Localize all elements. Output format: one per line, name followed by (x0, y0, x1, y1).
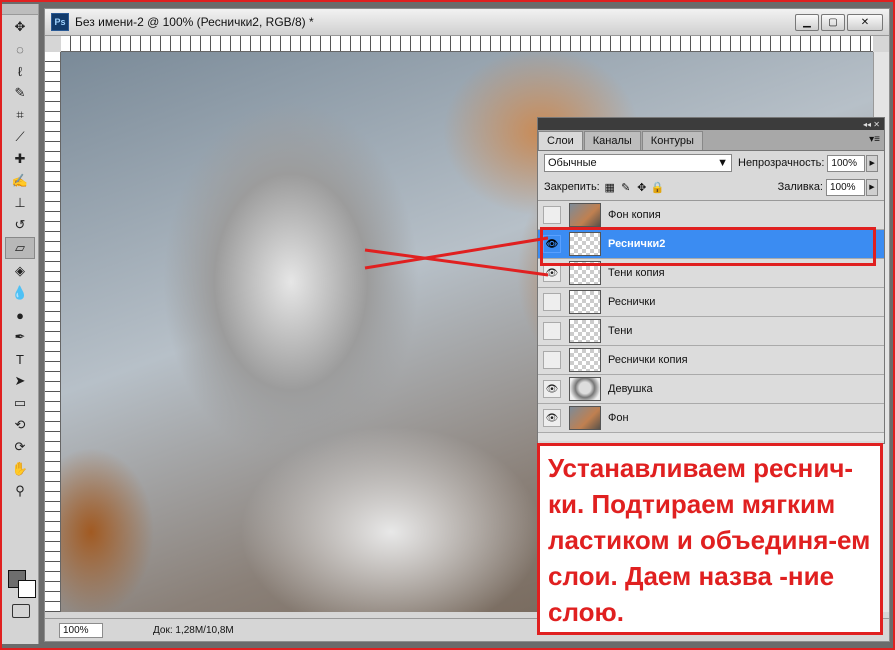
fill-input[interactable]: 100% (826, 178, 865, 196)
3d-orbit-icon[interactable]: ⟳ (6, 437, 34, 457)
move-icon[interactable]: ✥ (6, 17, 34, 37)
opacity-label: Непрозрачность: (738, 157, 825, 169)
type-icon[interactable]: T (6, 349, 34, 369)
blend-mode-value: Обычные (548, 157, 597, 169)
tools-panel: ✥ ◌ ℓ ✎ ⌗ ⟋ ✚ ✍ ⊥ ↺ ▱ ◈ 💧 ● ✒ T ➤ ▭ ⟲ ⟳ … (2, 4, 39, 644)
layer-name: Тени (608, 325, 633, 337)
shape-icon[interactable]: ▭ (6, 393, 34, 413)
visibility-off-icon[interactable] (543, 293, 561, 311)
eye-icon[interactable]: 👁 (543, 264, 561, 282)
path-select-icon[interactable]: ➤ (6, 371, 34, 391)
instruction-callout: Устанавливаем реснич-ки. Подтираем мягки… (537, 443, 883, 635)
selected-layer-highlight (540, 227, 876, 266)
lock-label: Закрепить: (544, 181, 600, 193)
layer-row[interactable]: 👁 Девушка (538, 375, 884, 404)
crop-icon[interactable]: ⌗ (6, 105, 34, 125)
eraser-icon[interactable]: ▱ (5, 237, 35, 259)
healing-icon[interactable]: ✚ (6, 149, 34, 169)
eyedropper-icon[interactable]: ⟋ (6, 127, 34, 147)
chevron-down-icon: ▼ (717, 157, 728, 169)
blend-row: Обычные ▼ Непрозрачность: 100% ▶ (538, 151, 884, 175)
layer-thumbnail (569, 319, 601, 343)
layer-thumbnail (569, 348, 601, 372)
document-titlebar[interactable]: Ps Без имени-2 @ 100% (Реснички2, RGB/8)… (45, 9, 889, 36)
layer-thumbnail (569, 203, 601, 227)
layer-row[interactable]: Реснички (538, 288, 884, 317)
photoshop-logo-icon: Ps (51, 13, 69, 31)
zoom-icon[interactable]: ⚲ (6, 481, 34, 501)
layer-name: Фон (608, 412, 629, 424)
layer-row[interactable]: Фон копия (538, 201, 884, 230)
lock-pixels-icon[interactable]: ✎ (620, 181, 632, 194)
layer-name: Фон копия (608, 209, 661, 221)
layer-row[interactable]: 👁 Фон (538, 404, 884, 433)
document-size-info[interactable]: Док: 1,28M/10,8M (153, 625, 234, 636)
eye-icon[interactable]: 👁 (543, 380, 561, 398)
zoom-level-field[interactable]: 100% (59, 622, 103, 638)
layer-row[interactable]: Тени (538, 317, 884, 346)
layer-thumbnail (569, 377, 601, 401)
bucket-icon[interactable]: ◈ (6, 261, 34, 281)
tab-layers[interactable]: Слои (538, 131, 583, 150)
panel-collapse-bar[interactable]: ◂◂ ✕ (538, 118, 884, 130)
tools-panel-grip[interactable] (2, 4, 38, 15)
stamp-icon[interactable]: ⊥ (6, 193, 34, 213)
visibility-off-icon[interactable] (543, 206, 561, 224)
layer-name: Реснички (608, 296, 656, 308)
eye-icon[interactable]: 👁 (543, 409, 561, 427)
blend-mode-select[interactable]: Обычные ▼ (544, 154, 732, 172)
pen-icon[interactable]: ✒ (6, 327, 34, 347)
tab-channels[interactable]: Каналы (583, 131, 641, 150)
visibility-off-icon[interactable] (543, 351, 561, 369)
lasso-icon[interactable]: ℓ (6, 61, 34, 81)
layer-name: Девушка (608, 383, 653, 395)
maximize-button[interactable]: ▢ (821, 13, 845, 31)
history-brush-icon[interactable]: ↺ (6, 215, 34, 235)
layer-thumbnail (569, 290, 601, 314)
opacity-slider-toggle[interactable]: ▶ (866, 154, 878, 172)
lock-row: Закрепить: ▦ ✎ ✥ 🔒 Заливка: 100% ▶ (538, 175, 884, 199)
brush-icon[interactable]: ✍ (6, 171, 34, 191)
minimize-button[interactable]: ▁ (795, 13, 819, 31)
layer-row[interactable]: Реснички копия (538, 346, 884, 375)
quick-select-icon[interactable]: ✎ (6, 83, 34, 103)
layers-panel: ◂◂ ✕ Слои Каналы Контуры ▾≡ Обычные ▼ Не… (537, 117, 885, 444)
blur-icon[interactable]: 💧 (6, 283, 34, 303)
close-button[interactable]: ✕ (847, 13, 883, 31)
fill-slider-toggle[interactable]: ▶ (866, 178, 878, 196)
quick-mask-icon[interactable] (12, 604, 30, 618)
panel-tabs: Слои Каналы Контуры ▾≡ (538, 130, 884, 151)
document-title: Без имени-2 @ 100% (Реснички2, RGB/8) * (75, 15, 314, 29)
background-color-swatch[interactable] (18, 580, 36, 598)
tab-paths[interactable]: Контуры (641, 131, 703, 150)
marquee-icon[interactable]: ◌ (6, 39, 34, 59)
opacity-input[interactable]: 100% (827, 154, 866, 172)
hand-icon[interactable]: ✋ (6, 459, 34, 479)
horizontal-ruler[interactable] (61, 36, 873, 52)
3d-rotate-icon[interactable]: ⟲ (6, 415, 34, 435)
visibility-off-icon[interactable] (543, 322, 561, 340)
panel-menu-icon[interactable]: ▾≡ (869, 134, 880, 145)
lock-position-icon[interactable]: ✥ (636, 181, 648, 194)
layer-name: Тени копия (608, 267, 665, 279)
lock-all-icon[interactable]: 🔒 (651, 181, 665, 194)
lock-transparency-icon[interactable]: ▦ (604, 181, 616, 194)
layer-name: Реснички копия (608, 354, 688, 366)
fill-label: Заливка: (777, 181, 823, 193)
vertical-ruler[interactable] (45, 52, 61, 612)
layer-thumbnail (569, 406, 601, 430)
dodge-icon[interactable]: ● (6, 305, 34, 325)
